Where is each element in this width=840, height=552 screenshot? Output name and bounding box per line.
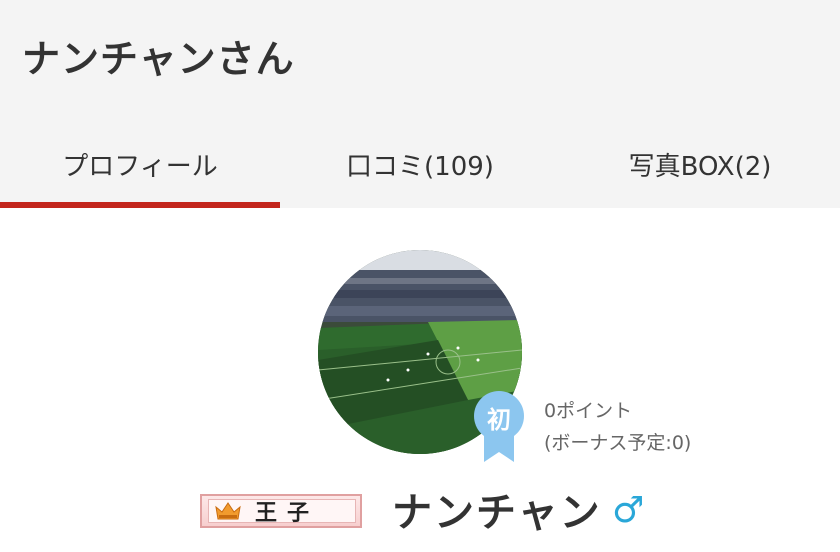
tab-photo-box[interactable]: 写真BOX(2) — [560, 120, 840, 208]
tab-bar: プロフィール 口コミ(109) 写真BOX(2) — [0, 120, 840, 208]
profile-header: ナンチャンさん プロフィール 口コミ(109) 写真BOX(2) — [0, 0, 840, 208]
rank-badge: 王子 — [200, 494, 362, 528]
tab-reviews-label: 口コミ(109) — [346, 151, 494, 182]
tab-profile[interactable]: プロフィール — [0, 120, 280, 208]
beginner-badge-icon: 初 — [470, 390, 528, 462]
crown-icon — [215, 502, 241, 520]
points-text: 0ポイント — [544, 400, 633, 422]
bonus-text: (ボーナス予定:0) — [544, 432, 692, 454]
tab-reviews[interactable]: 口コミ(109) — [280, 120, 560, 208]
user-name: ナンチャン — [392, 490, 602, 536]
tab-profile-label: プロフィール — [62, 151, 218, 182]
tab-photo-box-label: 写真BOX(2) — [628, 151, 772, 182]
badge-label: 初 — [487, 406, 511, 434]
page-title: ナンチャンさん — [22, 37, 295, 81]
rank-label: 王子 — [255, 501, 320, 526]
male-icon: ♂ — [612, 490, 645, 531]
